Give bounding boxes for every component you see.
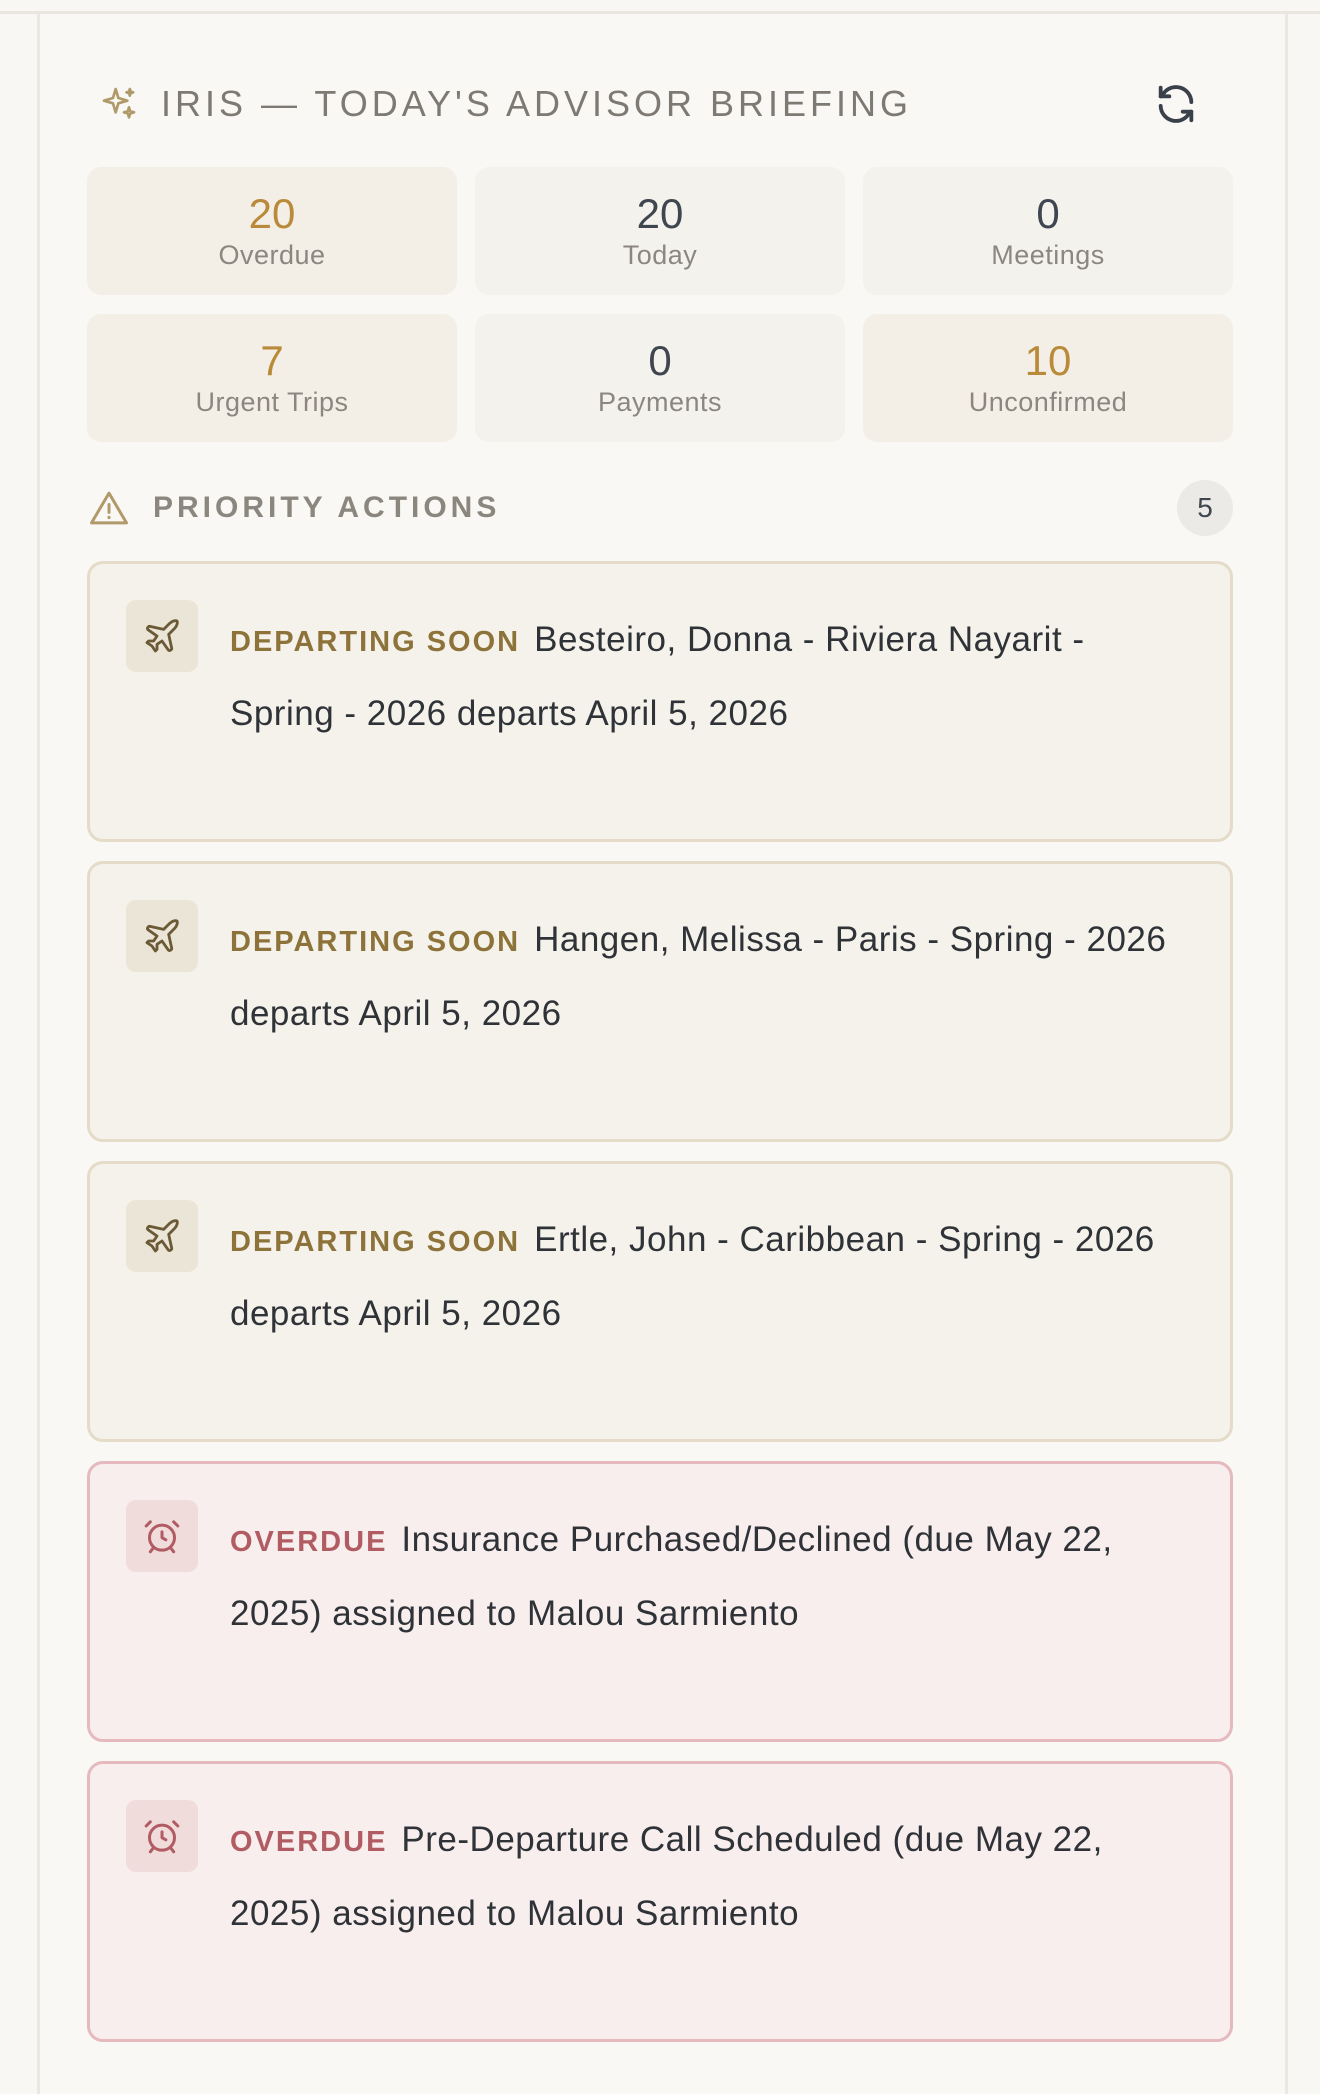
alarm-clock-icon	[126, 1800, 198, 1872]
stat-value: 20	[248, 190, 296, 237]
priority-actions-list: DEPARTING SOON Besteiro, Donna - Riviera …	[87, 561, 1233, 2061]
priority-action-item[interactable]: DEPARTING SOON Hangen, Melissa - Paris - …	[87, 861, 1233, 1142]
priority-actions-header: PRIORITY ACTIONS 5	[87, 480, 1233, 536]
stats-grid: 20 Overdue 20 Today 0 Meetings 7 Urgent …	[87, 167, 1233, 442]
stat-value: 0	[1036, 190, 1060, 237]
stat-value: 7	[260, 337, 284, 384]
plane-icon	[126, 900, 198, 972]
item-tag: OVERDUE	[230, 1526, 388, 1558]
item-tag: DEPARTING SOON	[230, 626, 521, 658]
sparkle-icon	[97, 82, 141, 126]
stat-value: 20	[636, 190, 684, 237]
stat-overdue[interactable]: 20 Overdue	[87, 167, 457, 295]
briefing-header: IRIS — TODAY'S ADVISOR BRIEFING	[97, 64, 1242, 144]
stat-label: Today	[622, 240, 698, 270]
priority-action-item[interactable]: DEPARTING SOON Ertle, John - Caribbean - …	[87, 1161, 1233, 1442]
stat-label: Overdue	[218, 240, 326, 270]
stat-unconfirmed[interactable]: 10 Unconfirmed	[863, 314, 1233, 442]
warning-triangle-icon	[87, 486, 131, 530]
refresh-icon	[1158, 85, 1194, 123]
stat-today[interactable]: 20 Today	[475, 167, 845, 295]
priority-action-item[interactable]: DEPARTING SOON Besteiro, Donna - Riviera …	[87, 561, 1233, 842]
stat-meetings[interactable]: 0 Meetings	[863, 167, 1233, 295]
stat-payments[interactable]: 0 Payments	[475, 314, 845, 442]
priority-count-badge: 5	[1177, 480, 1233, 536]
item-tag: DEPARTING SOON	[230, 1226, 521, 1258]
plane-icon	[126, 600, 198, 672]
item-tag: DEPARTING SOON	[230, 926, 521, 958]
stat-label: Meetings	[991, 240, 1105, 270]
briefing-title: IRIS — TODAY'S ADVISOR BRIEFING	[161, 83, 913, 124]
priority-action-item[interactable]: OVERDUE Pre-Departure Call Scheduled (due…	[87, 1761, 1233, 2042]
priority-actions-title: PRIORITY ACTIONS	[153, 491, 501, 524]
stat-label: Payments	[597, 387, 723, 417]
stat-urgent-trips[interactable]: 7 Urgent Trips	[87, 314, 457, 442]
stat-value: 10	[1024, 337, 1072, 384]
item-tag: OVERDUE	[230, 1826, 388, 1858]
plane-icon	[126, 1200, 198, 1272]
alarm-clock-icon	[126, 1500, 198, 1572]
stat-value: 0	[648, 337, 672, 384]
priority-action-item[interactable]: OVERDUE Insurance Purchased/Declined (due…	[87, 1461, 1233, 1742]
stat-label: Urgent Trips	[195, 387, 349, 417]
refresh-button[interactable]	[1150, 78, 1202, 130]
stat-label: Unconfirmed	[968, 387, 1128, 417]
